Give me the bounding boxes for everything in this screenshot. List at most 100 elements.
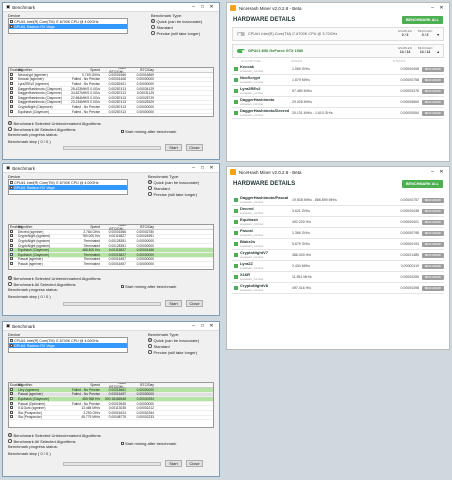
- algorithm-row[interactable]: Lyra2Z excavator_ccminer 2.434 MH/s 0.00000…: [232, 261, 444, 272]
- algorithm-row[interactable]: Pascal excavator_ccminer 1.366 GH/s 0.00000…: [232, 228, 444, 239]
- algorithm-checkbox[interactable]: [234, 286, 238, 290]
- algorithm-checkbox[interactable]: [234, 264, 238, 268]
- benchmark-button[interactable]: BENCHMARK: [422, 110, 444, 116]
- algorithm-checkbox[interactable]: [234, 253, 238, 257]
- start-mining-checkbox[interactable]: Start mining after benchmark: [121, 283, 176, 289]
- close-icon[interactable]: ✕: [207, 3, 216, 12]
- minimize-icon[interactable]: –: [189, 3, 198, 12]
- enabled-checkbox[interactable]: [10, 95, 13, 99]
- enabled-checkbox[interactable]: [10, 252, 13, 256]
- checkbox[interactable]: [10, 20, 13, 23]
- device-item[interactable]: GPU#1 Radeon RX Vega: [9, 343, 127, 348]
- algorithm-checkbox[interactable]: [234, 275, 238, 279]
- benchmark-button[interactable]: BENCHMARK: [422, 230, 444, 236]
- benchmark-button[interactable]: BENCHMARK: [422, 241, 444, 247]
- close-icon[interactable]: ✕: [437, 168, 446, 177]
- enabled-checkbox[interactable]: [10, 100, 13, 104]
- algorithm-row[interactable]: Lyra2REv2 excavator_ccminer 57.480 MH/s 0.0…: [232, 86, 444, 97]
- enabled-checkbox[interactable]: [10, 229, 13, 233]
- benchmark-button[interactable]: BENCHMARK: [422, 274, 444, 280]
- minimize-icon[interactable]: –: [189, 164, 198, 173]
- chevron-down-icon[interactable]: ▾: [437, 32, 439, 37]
- enabled-checkbox[interactable]: [10, 234, 13, 238]
- enabled-checkbox[interactable]: [10, 406, 13, 410]
- device-list[interactable]: CPU#1 Intel(R) Core(TM) i7-6700K CPU @ 4…: [8, 337, 128, 353]
- benchmark-all-button[interactable]: BENCHMARK ALL: [401, 16, 443, 24]
- benchmark-all-button[interactable]: BENCHMARK ALL: [401, 180, 443, 188]
- start-mining-checkbox[interactable]: Start mining after benchmark: [121, 440, 176, 446]
- enabled-checkbox[interactable]: [10, 261, 13, 265]
- enabled-checkbox[interactable]: [10, 86, 13, 90]
- device-toggle[interactable]: [237, 49, 245, 53]
- algorithm-row[interactable]: Decred excavator_ccminer 3.621 GH/s 0.00000…: [232, 206, 444, 217]
- device-panel-gpu[interactable]: GPU#1 MSI GeForce GTX 1080 ENABLED 14 / 1…: [232, 44, 444, 58]
- algorithm-row[interactable]: DaggerHashimoto/Pascal excavator_ccminer 1…: [232, 195, 444, 206]
- radio-precise[interactable]: Precise (will take longer): [151, 30, 202, 36]
- algorithm-checkbox[interactable]: [234, 231, 238, 235]
- minimize-icon[interactable]: –: [189, 322, 198, 331]
- enabled-checkbox[interactable]: [10, 243, 13, 247]
- checkbox[interactable]: [10, 25, 13, 28]
- algorithm-table[interactable]: Enabled Algorithm Speed Ratio BTC/GH/... BTC…: [8, 67, 214, 117]
- enabled-checkbox[interactable]: [10, 257, 13, 261]
- checkbox[interactable]: [10, 186, 13, 189]
- algorithm-checkbox[interactable]: [234, 100, 238, 104]
- algorithm-checkbox[interactable]: [234, 220, 238, 224]
- checkbox[interactable]: [10, 344, 13, 347]
- device-item[interactable]: GPU#1 Radeon RX Vega: [9, 24, 127, 29]
- close-button[interactable]: Close: [186, 144, 203, 151]
- enabled-checkbox[interactable]: [10, 104, 13, 108]
- table-row[interactable]: Pascal (sgminer) Terminated 0.00016457 0.00…: [9, 261, 213, 267]
- benchmark-button[interactable]: BENCHMARK: [422, 88, 444, 94]
- enabled-checkbox[interactable]: [10, 396, 13, 400]
- enabled-checkbox[interactable]: [10, 238, 13, 242]
- enabled-checkbox[interactable]: [10, 387, 13, 391]
- table-row[interactable]: Sia (Prospector) 45.779 MH/s 0.00048775 0.0…: [9, 415, 213, 421]
- enabled-checkbox[interactable]: [10, 77, 13, 81]
- radio-bench-selected[interactable]: Benchmark Selected Unbenchmarked Algorit…: [8, 275, 101, 281]
- algorithm-row[interactable]: NeoScrypt excavator_ccminer 1.879 MH/s 0.00…: [232, 75, 444, 86]
- benchmark-button[interactable]: BENCHMARK: [422, 263, 444, 269]
- algorithm-row[interactable]: Equihash excavator_ccminer 492.200 H/s 0.00…: [232, 217, 444, 228]
- enabled-checkbox[interactable]: [10, 91, 13, 95]
- enabled-checkbox[interactable]: [10, 248, 13, 252]
- enabled-checkbox[interactable]: [10, 410, 13, 414]
- radio-quick[interactable]: Quick (can be inaccurate): [151, 18, 202, 24]
- device-panel-cpu[interactable]: CPU#1 Intel(R) Core(TM) i7-6700K CPU @ 3…: [232, 27, 444, 41]
- radio-quick[interactable]: Quick (can be inaccurate): [148, 179, 199, 185]
- benchmark-button[interactable]: BENCHMARK: [422, 66, 444, 72]
- algorithm-row[interactable]: Keccak excavator_ccminer 1.069 GH/s 0.00000…: [232, 64, 444, 75]
- benchmark-button[interactable]: BENCHMARK: [422, 99, 444, 105]
- benchmark-button[interactable]: BENCHMARK: [422, 285, 444, 291]
- enabled-checkbox[interactable]: [10, 392, 13, 396]
- table-row[interactable]: Equihash (Claymore) Failed - No Precise 0.…: [9, 109, 213, 115]
- close-icon[interactable]: ✕: [437, 4, 446, 13]
- close-icon[interactable]: ✕: [207, 322, 216, 331]
- benchmark-button[interactable]: BENCHMARK: [422, 208, 444, 214]
- start-button[interactable]: Start: [165, 300, 182, 307]
- algorithm-row[interactable]: CryptoNightV8 excavator_ccminer 497.416 H/…: [232, 283, 444, 294]
- minimize-icon[interactable]: –: [428, 168, 437, 177]
- maximize-icon[interactable]: □: [198, 164, 207, 173]
- radio-precise[interactable]: Precise (will take longer): [148, 191, 199, 197]
- checkbox[interactable]: [10, 339, 13, 342]
- enabled-checkbox[interactable]: [10, 109, 13, 113]
- close-button[interactable]: Close: [186, 300, 203, 307]
- start-mining-checkbox[interactable]: Start mining after benchmark: [121, 128, 176, 134]
- radio-bench-selected[interactable]: Benchmark Selected Unbenchmarked Algorit…: [8, 432, 101, 438]
- algorithm-table[interactable]: Enabled Algorithm Speed Ratio BTC/GH/... BTC…: [8, 382, 214, 428]
- algorithm-row[interactable]: DaggerHashimoto excavator_ccminer 29.028 M…: [232, 97, 444, 108]
- algorithm-row[interactable]: DaggerHashimoto/Decred excavator_ccminer 2…: [232, 108, 444, 119]
- device-list[interactable]: CPU#1 Intel(R) Core(TM) i7-6700K CPU @ 4…: [8, 179, 128, 195]
- minimize-icon[interactable]: –: [428, 4, 437, 13]
- radio-quick[interactable]: Quick (can be inaccurate): [148, 337, 199, 343]
- maximize-icon[interactable]: □: [198, 322, 207, 331]
- start-button[interactable]: Start: [165, 144, 182, 151]
- device-list[interactable]: CPU#1 Intel(R) Core(TM) i7-6700K CPU @ 4…: [8, 18, 128, 34]
- benchmark-button[interactable]: BENCHMARK: [422, 197, 444, 203]
- benchmark-button[interactable]: BENCHMARK: [422, 219, 444, 225]
- algorithm-checkbox[interactable]: [234, 67, 238, 71]
- benchmark-button[interactable]: BENCHMARK: [422, 77, 444, 83]
- enabled-checkbox[interactable]: [10, 72, 13, 76]
- algorithm-checkbox[interactable]: [234, 111, 238, 115]
